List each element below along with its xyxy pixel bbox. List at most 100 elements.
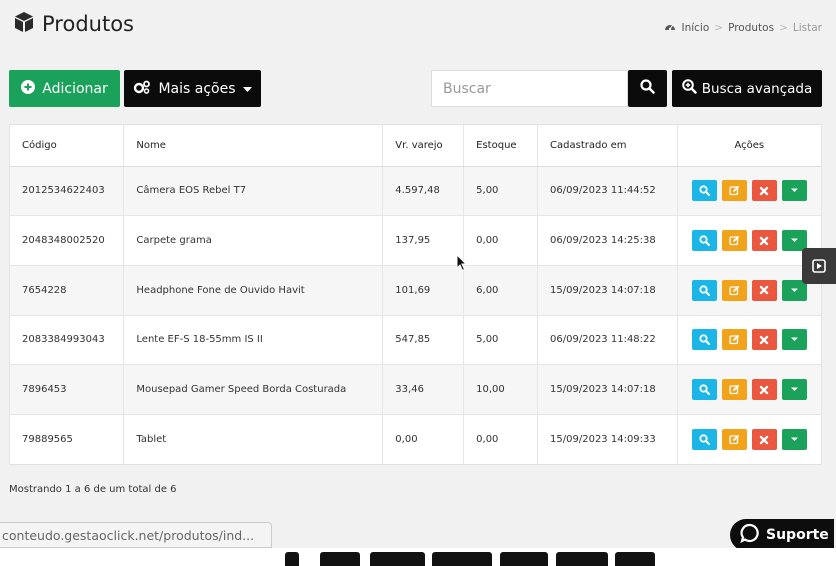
- edit-icon: [729, 186, 740, 196]
- cell-price: 33,46: [382, 364, 465, 415]
- cell-created: 06/09/2023 14:25:38: [537, 215, 678, 266]
- search-icon: [699, 434, 710, 446]
- pagination-info: Mostrando 1 a 6 de um total de 6: [9, 484, 177, 495]
- table-row[interactable]: 79889565 Tablet 0,00 0,00 15/09/2023 14:…: [10, 413, 821, 465]
- cell-created: 06/09/2023 11:48:22: [537, 314, 678, 365]
- edit-button[interactable]: [721, 329, 747, 351]
- delete-button[interactable]: [751, 279, 777, 301]
- edit-icon: [729, 335, 740, 345]
- view-button[interactable]: [691, 379, 717, 401]
- edit-button[interactable]: [721, 180, 747, 202]
- delete-button[interactable]: [751, 230, 777, 252]
- more-actions-label: Mais ações: [158, 80, 236, 97]
- caret-down-icon: [790, 387, 798, 392]
- delete-button[interactable]: [751, 379, 777, 401]
- cell-actions: [677, 264, 821, 316]
- more-actions-button[interactable]: Mais ações: [124, 70, 261, 107]
- breadcrumb-products[interactable]: Produtos: [728, 22, 774, 34]
- cell-name: Lente EF-S 18-55mm IS II: [123, 314, 384, 365]
- view-button[interactable]: [691, 279, 717, 301]
- cell-created: 06/09/2023 11:44:52: [537, 165, 678, 216]
- add-button[interactable]: Adicionar: [9, 70, 120, 107]
- cell-stock: 0,00: [463, 215, 539, 266]
- caret-down-icon: [790, 337, 798, 342]
- bottom-video-strip: [0, 548, 836, 566]
- table-row[interactable]: 7896453 Mousepad Gamer Speed Borda Costu…: [10, 364, 821, 415]
- cell-price: 547,85: [382, 314, 465, 365]
- page-title-text: Produtos: [42, 12, 134, 36]
- column-header-price[interactable]: Vr. varejo: [382, 125, 465, 167]
- caret-down-icon: [242, 81, 252, 97]
- gears-icon: [133, 80, 151, 98]
- edit-button[interactable]: [721, 279, 747, 301]
- view-button[interactable]: [691, 429, 717, 451]
- close-icon: [760, 385, 769, 394]
- cell-stock: 5,00: [463, 165, 539, 216]
- cell-code: 7654228: [10, 264, 125, 316]
- edit-button[interactable]: [721, 429, 747, 451]
- delete-button[interactable]: [751, 180, 777, 202]
- view-button[interactable]: [691, 230, 717, 252]
- cell-price: 4.597,48: [382, 165, 465, 216]
- support-button[interactable]: Suporte: [730, 519, 834, 551]
- cell-actions: [677, 314, 821, 365]
- search-input[interactable]: [431, 70, 628, 107]
- table-row[interactable]: 2048348002520 Carpete grama 137,95 0,00 …: [10, 215, 821, 266]
- cell-stock: 10,00: [463, 364, 539, 415]
- breadcrumb: Início > Produtos > Listar: [664, 21, 822, 35]
- status-url: conteudo.gestaoclick.net/produtos/ind...: [0, 522, 272, 548]
- search-icon: [640, 79, 655, 98]
- row-menu-button[interactable]: [781, 429, 807, 451]
- column-header-actions: Ações: [677, 125, 821, 167]
- edit-icon: [729, 235, 740, 246]
- advanced-search-button[interactable]: Busca avançada: [672, 70, 822, 107]
- column-header-stock[interactable]: Estoque: [463, 125, 539, 167]
- toolbar: Adicionar Mais ações Buscar Busca avança…: [9, 70, 822, 107]
- cell-price: 0,00: [382, 413, 465, 465]
- search-icon: [699, 384, 710, 396]
- cell-actions: [677, 215, 821, 266]
- cell-price: 137,95: [382, 215, 465, 266]
- row-menu-button[interactable]: [781, 180, 807, 202]
- table-row[interactable]: 2012534622403 Câmera EOS Rebel T7 4.597,…: [10, 165, 821, 216]
- side-panel-toggle[interactable]: [802, 248, 836, 284]
- caret-down-icon: [790, 288, 798, 292]
- table-row[interactable]: 2083384993043 Lente EF-S 18-55mm IS II 5…: [10, 314, 821, 365]
- table-row[interactable]: 7654228 Headphone Fone de Ouvido Havit 1…: [10, 264, 821, 316]
- delete-button[interactable]: [751, 329, 777, 351]
- column-header-code[interactable]: Código: [10, 125, 125, 167]
- column-header-created[interactable]: Cadastrado em: [537, 125, 678, 167]
- column-header-name[interactable]: Nome: [123, 125, 384, 167]
- table-header-row: Código Nome Vr. varejo Estoque Cadastrad…: [10, 125, 821, 167]
- advanced-search-label: Busca avançada: [701, 80, 813, 97]
- edit-button[interactable]: [721, 379, 747, 401]
- cell-name: Headphone Fone de Ouvido Havit: [123, 264, 384, 316]
- cell-code: 2012534622403: [10, 165, 125, 216]
- play-square-icon: [812, 259, 826, 273]
- search-icon: [699, 235, 710, 247]
- mouse-cursor-icon: [456, 254, 468, 272]
- search-button[interactable]: [628, 70, 667, 107]
- close-icon: [760, 186, 769, 195]
- products-table: Código Nome Vr. varejo Estoque Cadastrad…: [9, 124, 822, 465]
- cell-price: 101,69: [382, 264, 465, 316]
- row-menu-button[interactable]: [781, 379, 807, 401]
- breadcrumb-separator: >: [779, 22, 788, 34]
- breadcrumb-home[interactable]: Início: [681, 22, 709, 34]
- cell-code: 2083384993043: [10, 314, 125, 365]
- edit-button[interactable]: [721, 230, 747, 252]
- search-icon: [699, 285, 710, 296]
- view-button[interactable]: [691, 329, 717, 351]
- close-icon: [760, 435, 769, 444]
- plus-circle-icon: [21, 79, 36, 98]
- cell-stock: 0,00: [463, 413, 539, 465]
- support-label: Suporte: [766, 527, 829, 543]
- row-menu-button[interactable]: [781, 329, 807, 351]
- view-button[interactable]: [691, 180, 717, 202]
- cell-actions: [677, 364, 821, 415]
- add-button-label: Adicionar: [42, 80, 108, 97]
- page-header: Produtos Início > Produtos > Listar: [0, 0, 836, 52]
- cell-code: 7896453: [10, 364, 125, 415]
- cell-name: Carpete grama: [123, 215, 384, 266]
- delete-button[interactable]: [751, 429, 777, 451]
